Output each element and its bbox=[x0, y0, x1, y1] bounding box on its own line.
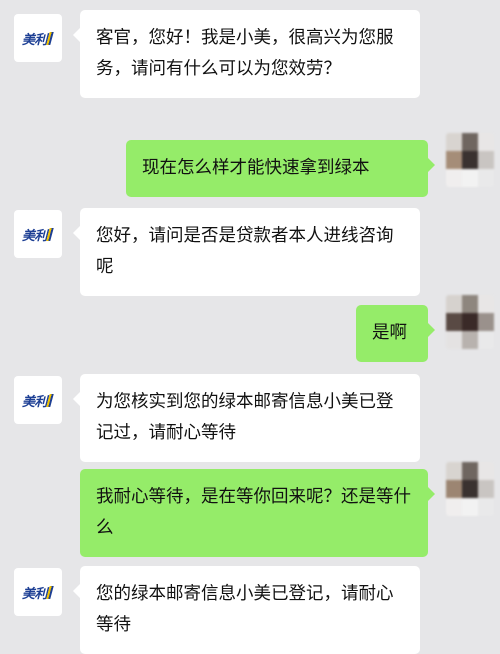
agent-message-bubble[interactable]: 客官，您好！我是小美，很高兴为您服务，请问有什么可以为您效劳？ bbox=[73, 10, 420, 98]
user-avatar[interactable] bbox=[446, 462, 494, 516]
logo-stripe-icon bbox=[46, 585, 54, 599]
agent-message-bubble[interactable]: 您好，请问是否是贷款者本人进线咨询呢 bbox=[73, 208, 420, 296]
agent-logo-text: 美利 bbox=[21, 586, 48, 602]
user-avatar[interactable] bbox=[446, 133, 494, 187]
user-message-bubble[interactable]: 我耐心等待，是在等你回来呢？还是等什么 bbox=[80, 469, 435, 557]
message-text: 您好，请问是否是贷款者本人进线咨询呢 bbox=[96, 226, 394, 277]
agent-message-bubble[interactable]: 您的绿本邮寄信息小美已登记，请耐心等待 bbox=[73, 566, 420, 654]
agent-avatar[interactable]: 美利 bbox=[14, 210, 62, 258]
agent-logo-text: 美利 bbox=[21, 394, 48, 410]
message-text: 为您核实到您的绿本邮寄信息小美已登记过，请耐心等待 bbox=[96, 392, 394, 443]
agent-avatar[interactable]: 美利 bbox=[14, 376, 62, 424]
agent-avatar[interactable]: 美利 bbox=[14, 14, 62, 62]
user-message-bubble[interactable]: 现在怎么样才能快速拿到绿本 bbox=[126, 140, 435, 197]
logo-stripe-icon bbox=[46, 31, 54, 45]
message-text: 我耐心等待，是在等你回来呢？还是等什么 bbox=[96, 487, 411, 538]
agent-avatar[interactable]: 美利 bbox=[14, 568, 62, 616]
message-text: 您的绿本邮寄信息小美已登记，请耐心等待 bbox=[96, 584, 394, 635]
agent-logo-text: 美利 bbox=[21, 228, 48, 244]
logo-stripe-icon bbox=[46, 227, 54, 241]
user-message-bubble[interactable]: 是啊 bbox=[356, 305, 435, 362]
message-text: 现在怎么样才能快速拿到绿本 bbox=[142, 158, 370, 178]
agent-logo-text: 美利 bbox=[21, 32, 48, 48]
message-text: 客官，您好！我是小美，很高兴为您服务，请问有什么可以为您效劳？ bbox=[96, 28, 394, 79]
message-text: 是啊 bbox=[372, 323, 407, 343]
logo-stripe-icon bbox=[46, 393, 54, 407]
agent-message-bubble[interactable]: 为您核实到您的绿本邮寄信息小美已登记过，请耐心等待 bbox=[73, 374, 420, 462]
user-avatar[interactable] bbox=[446, 295, 494, 349]
